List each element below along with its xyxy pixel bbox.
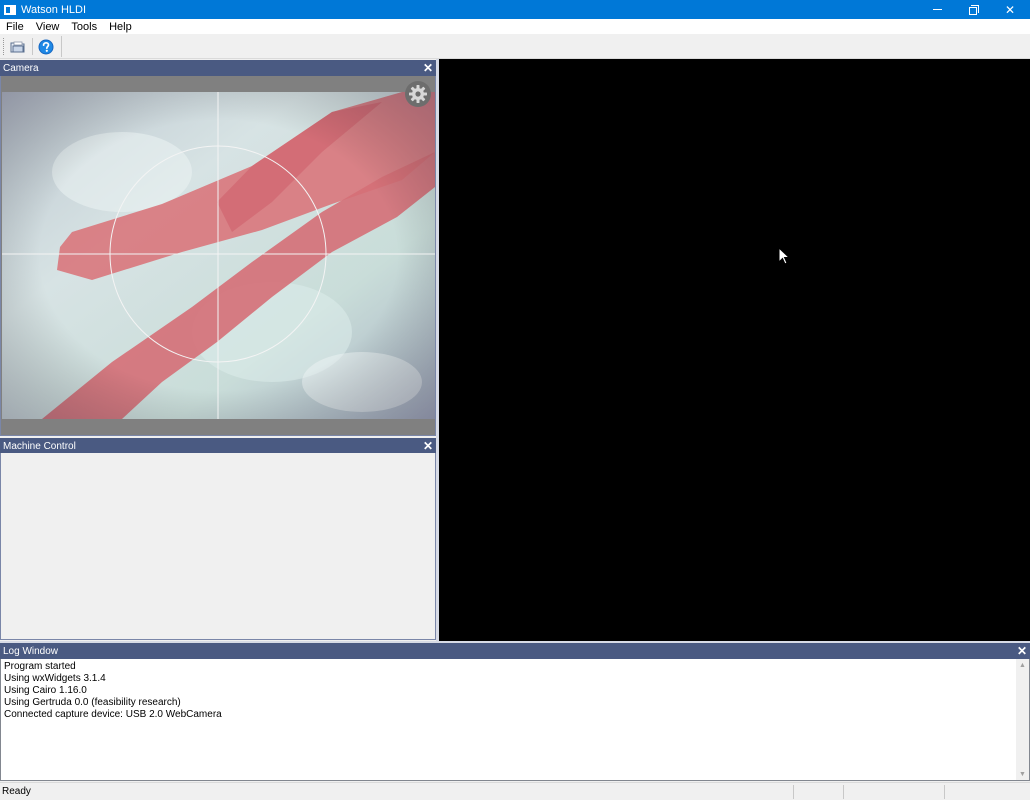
log-line: Program started bbox=[4, 661, 76, 672]
menu-view[interactable]: View bbox=[30, 21, 66, 33]
window-title: Watson HLDI bbox=[21, 3, 87, 16]
log-line: Connected capture device: USB 2.0 WebCam… bbox=[4, 709, 222, 720]
log-window-caption: Log Window ✕ bbox=[0, 643, 1030, 659]
machine-control-title: Machine Control bbox=[3, 440, 76, 452]
menu-help[interactable]: Help bbox=[103, 21, 138, 33]
app-icon bbox=[4, 4, 16, 15]
machine-control-caption: Machine Control ✕ bbox=[0, 438, 436, 454]
log-scrollbar[interactable]: ▲ ▼ bbox=[1016, 659, 1029, 780]
toolbar-separator bbox=[32, 38, 33, 55]
help-icon bbox=[38, 39, 54, 54]
machine-control-close-button[interactable]: ✕ bbox=[422, 438, 434, 454]
status-bar: Ready bbox=[0, 782, 1030, 800]
log-line: Using Cairo 1.16.0 bbox=[4, 685, 87, 696]
close-icon: ✕ bbox=[1004, 2, 1016, 17]
status-divider bbox=[944, 785, 945, 799]
log-window[interactable]: Program started Using wxWidgets 3.1.4 Us… bbox=[0, 659, 1030, 781]
machine-control-panel bbox=[0, 453, 436, 640]
camera-feed bbox=[2, 92, 435, 419]
restore-button[interactable] bbox=[955, 0, 991, 19]
camera-title: Camera bbox=[3, 62, 39, 74]
scroll-down-icon[interactable]: ▼ bbox=[1016, 768, 1029, 780]
log-line: Using Gertruda 0.0 (feasibility research… bbox=[4, 697, 181, 708]
log-lines: Program started Using wxWidgets 3.1.4 Us… bbox=[4, 661, 1009, 721]
camera-close-button[interactable]: ✕ bbox=[422, 60, 434, 76]
mouse-cursor-icon bbox=[778, 247, 790, 265]
minimize-icon bbox=[932, 9, 942, 10]
minimize-button[interactable] bbox=[919, 0, 955, 19]
scroll-up-icon[interactable]: ▲ bbox=[1016, 659, 1029, 671]
toolbar-grip[interactable] bbox=[3, 38, 5, 55]
toolbar-end bbox=[61, 36, 62, 57]
status-divider bbox=[843, 785, 844, 799]
camera-view[interactable] bbox=[2, 92, 435, 419]
open-folder-icon bbox=[10, 41, 25, 52]
log-window-close-button[interactable]: ✕ bbox=[1016, 643, 1028, 659]
camera-frame bbox=[0, 76, 436, 436]
status-divider bbox=[793, 785, 794, 799]
menu-bar: File View Tools Help bbox=[0, 19, 1030, 34]
close-window-button[interactable]: ✕ bbox=[992, 0, 1028, 19]
open-button[interactable] bbox=[8, 37, 28, 56]
log-window-title: Log Window bbox=[3, 645, 59, 657]
camera-caption: Camera ✕ bbox=[0, 60, 436, 76]
help-button[interactable] bbox=[36, 37, 56, 56]
restore-icon bbox=[969, 4, 979, 15]
main-view[interactable] bbox=[439, 59, 1030, 641]
toolbar bbox=[0, 34, 1030, 59]
status-text: Ready bbox=[2, 786, 31, 797]
camera-settings-button[interactable] bbox=[405, 81, 431, 107]
log-line: Using wxWidgets 3.1.4 bbox=[4, 673, 106, 684]
gear-icon bbox=[409, 85, 427, 103]
title-bar: Watson HLDI ✕ bbox=[0, 0, 1030, 19]
menu-tools[interactable]: Tools bbox=[65, 21, 103, 33]
menu-file[interactable]: File bbox=[0, 21, 30, 33]
